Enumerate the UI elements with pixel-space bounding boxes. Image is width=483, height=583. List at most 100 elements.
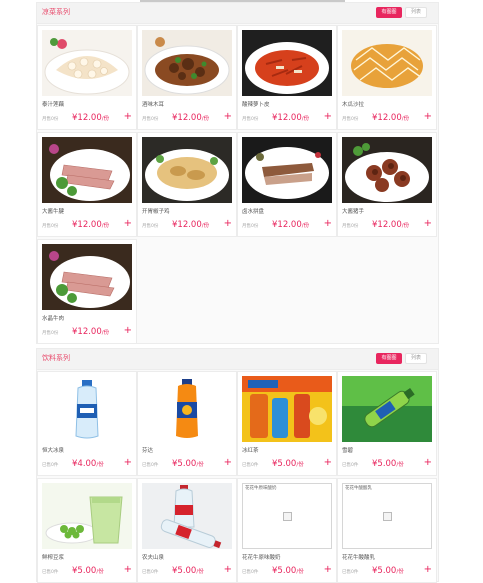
price-unit: /份	[396, 462, 404, 468]
menu-item-card[interactable]: 雪碧 已售0件 ¥5.00/份 +	[337, 371, 437, 476]
item-price: ¥12.00/份	[72, 113, 109, 123]
item-sales: 已售0件	[342, 570, 359, 575]
price-unit: /份	[301, 116, 310, 122]
menu-item-card[interactable]: 酸辣萝卜皮 月售0份 ¥12.00/份 +	[237, 25, 337, 130]
add-to-cart-button[interactable]: +	[124, 565, 132, 575]
view-list-button[interactable]: 列表	[405, 7, 427, 18]
item-sales: 月售0份	[142, 224, 159, 229]
view-image-button[interactable]: 有图图	[376, 7, 402, 18]
menu-item-card[interactable]: 花花牛酸酸乳 花花牛酸酸乳 已售0件 ¥5.00/份 +	[337, 478, 437, 583]
add-to-cart-button[interactable]: +	[324, 565, 332, 575]
price-unit: /份	[301, 223, 310, 229]
menu-item-card[interactable]: 卤水拼盘 月售0份 ¥12.00/份 +	[237, 132, 337, 237]
item-name: 花花牛原味酸奶	[242, 555, 281, 561]
item-price: ¥5.00/份	[272, 459, 304, 469]
price-value: ¥5.00	[172, 459, 197, 469]
item-name: 酸辣萝卜皮	[242, 102, 270, 108]
pea-juice-image	[42, 483, 132, 549]
menu-item-card[interactable]: 冰红茶 已售0件 ¥5.00/份 +	[237, 371, 337, 476]
add-to-cart-button[interactable]: +	[224, 458, 232, 468]
view-image-button[interactable]: 有图图	[376, 353, 402, 364]
menu-item-card[interactable]: 木瓜沙拉 月售0份 ¥12.00/份 +	[337, 25, 437, 130]
add-to-cart-button[interactable]: +	[424, 112, 432, 122]
item-sales: 月售0份	[42, 331, 59, 336]
price-value: ¥12.00	[272, 113, 302, 123]
price-unit: /份	[101, 223, 110, 229]
item-name: 大酱猪手	[342, 209, 365, 215]
item-name: 水晶牛肉	[42, 316, 65, 322]
section-cold-dishes: 凉菜系列 有图图 列表 泰汁莲藕 月售0份 ¥12.00/份 + 酒味木耳 月售…	[36, 2, 439, 344]
menu-item-card[interactable]: 芬达 已售0件 ¥5.00/份 +	[137, 371, 237, 476]
add-to-cart-button[interactable]: +	[224, 112, 232, 122]
item-sales: 月售0份	[142, 117, 159, 122]
spicy-radish-dish-image	[242, 30, 332, 96]
menu-item-card[interactable]: 鲜榨豆浆 已售0件 ¥5.00/份 +	[37, 478, 137, 583]
price-value: ¥5.00	[372, 566, 397, 576]
item-price: ¥12.00/份	[372, 113, 409, 123]
item-price: ¥12.00/份	[372, 220, 409, 230]
add-to-cart-button[interactable]: +	[424, 219, 432, 229]
menu-item-card[interactable]: 泰汁莲藕 月售0份 ¥12.00/份 +	[37, 25, 137, 130]
price-unit: /份	[296, 462, 304, 468]
item-name: 卤水拼盘	[242, 209, 265, 215]
price-unit: /份	[201, 223, 210, 229]
menu-item-card[interactable]: 大酱牛腱 月售0份 ¥12.00/份 +	[37, 132, 137, 237]
menu-item-card[interactable]: 花花牛原味酸奶 花花牛原味酸奶 已售0件 ¥5.00/份 +	[237, 478, 337, 583]
price-value: ¥5.00	[272, 566, 297, 576]
bread-dish-image	[342, 30, 432, 96]
add-to-cart-button[interactable]: +	[124, 326, 132, 336]
menu-item-card[interactable]: 大酱猪手 月售0份 ¥12.00/份 +	[337, 132, 437, 237]
add-to-cart-button[interactable]: +	[324, 458, 332, 468]
ice-tea-ad-image	[242, 376, 332, 442]
item-sales: 月售0份	[342, 117, 359, 122]
broken-image-icon	[283, 512, 292, 521]
pork-knuckle-dish-image	[342, 137, 432, 203]
view-list-button[interactable]: 列表	[405, 353, 427, 364]
price-unit: /份	[396, 569, 404, 575]
price-unit: /份	[96, 462, 104, 468]
item-sales: 月售0份	[242, 224, 259, 229]
item-name: 雪碧	[342, 448, 354, 454]
add-to-cart-button[interactable]: +	[424, 458, 432, 468]
menu-item-card[interactable]: 开胃椒子鸡 月售0份 ¥12.00/份 +	[137, 132, 237, 237]
item-sales: 已售0件	[42, 463, 59, 468]
price-unit: /份	[296, 569, 304, 575]
item-sales: 月售0份	[42, 224, 59, 229]
price-value: ¥5.00	[272, 459, 297, 469]
image-alt-text: 花花牛酸酸乳	[345, 486, 372, 491]
menu-item-card[interactable]: 恒大冰泉 已售0件 ¥4.00/份 +	[37, 371, 137, 476]
add-to-cart-button[interactable]: +	[324, 219, 332, 229]
item-name: 恒大冰泉	[42, 448, 65, 454]
add-to-cart-button[interactable]: +	[124, 458, 132, 468]
item-price: ¥5.00/份	[72, 566, 104, 576]
item-sales: 已售0件	[142, 463, 159, 468]
price-value: ¥12.00	[272, 220, 302, 230]
price-value: ¥12.00	[172, 220, 202, 230]
menu-item-card[interactable]: 农夫山泉 已售0件 ¥5.00/份 +	[137, 478, 237, 583]
item-price: ¥5.00/份	[172, 566, 204, 576]
item-price: ¥12.00/份	[272, 220, 309, 230]
menu-item-card[interactable]: 酒味木耳 月售0份 ¥12.00/份 +	[137, 25, 237, 130]
braised-platter-dish-image	[242, 137, 332, 203]
section-header: 凉菜系列 有图图 列表	[37, 3, 438, 24]
sprite-bottle-image	[342, 376, 432, 442]
add-to-cart-button[interactable]: +	[124, 219, 132, 229]
price-value: ¥12.00	[172, 113, 202, 123]
item-name: 开胃椒子鸡	[142, 209, 170, 215]
add-to-cart-button[interactable]: +	[224, 219, 232, 229]
add-to-cart-button[interactable]: +	[224, 565, 232, 575]
add-to-cart-button[interactable]: +	[424, 565, 432, 575]
menu-item-card[interactable]: 水晶牛肉 月售0份 ¥12.00/份 +	[37, 239, 137, 344]
add-to-cart-button[interactable]: +	[324, 112, 332, 122]
item-name: 鲜榨豆浆	[42, 555, 65, 561]
add-to-cart-button[interactable]: +	[124, 112, 132, 122]
price-value: ¥5.00	[372, 459, 397, 469]
item-name: 酒味木耳	[142, 102, 165, 108]
item-sales: 已售0件	[242, 463, 259, 468]
item-sales: 已售0件	[42, 570, 59, 575]
beef-shank-dish-image	[42, 137, 132, 203]
item-price: ¥4.00/份	[72, 459, 104, 469]
section-title: 饮料系列	[42, 354, 70, 362]
broken-image-icon	[383, 512, 392, 521]
item-name: 冰红茶	[242, 448, 259, 454]
